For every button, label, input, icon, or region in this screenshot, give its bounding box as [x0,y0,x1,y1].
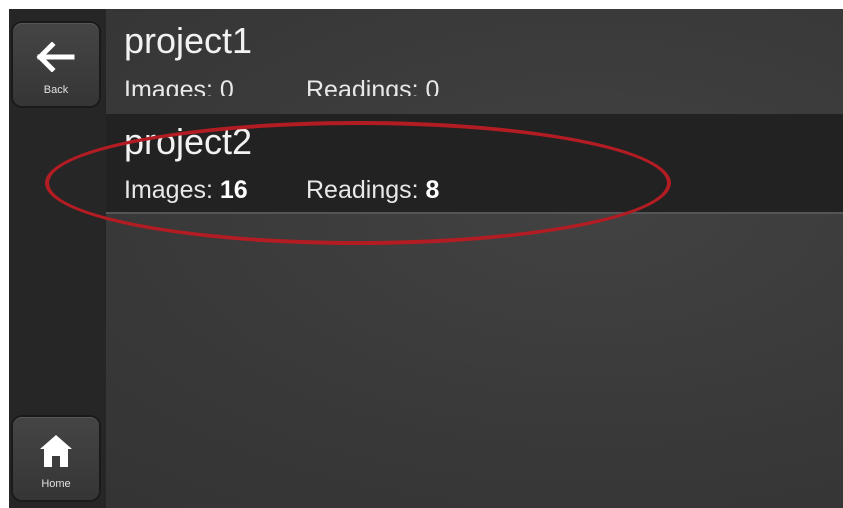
arrow-left-icon [13,35,99,79]
list-item[interactable]: project2 Images: 16 Readings: 8 [106,114,843,214]
project-name: project2 [124,121,253,162]
project-stats: Images: 0 Readings: 0 [124,75,440,104]
readings-count: Readings: 0 [306,76,440,104]
project-name: project1 [124,20,253,61]
back-button[interactable]: Back [13,23,99,106]
back-label: Back [43,84,69,96]
screen: Back Home project1 Images: 0 Readings: 0 … [9,9,843,508]
project-list: project1 Images: 0 Readings: 0 project2 I… [106,9,843,214]
list-item[interactable]: project1 Images: 0 Readings: 0 [106,9,843,114]
home-label: Home [41,478,71,490]
images-count: Images: 16 [124,176,248,204]
images-count: Images: 0 [124,76,234,104]
project-stats: Images: 16 Readings: 8 [124,175,439,205]
home-button[interactable]: Home [13,417,99,500]
readings-count: Readings: 8 [306,176,440,204]
sidebar: Back Home [9,9,106,508]
home-icon [13,429,99,473]
